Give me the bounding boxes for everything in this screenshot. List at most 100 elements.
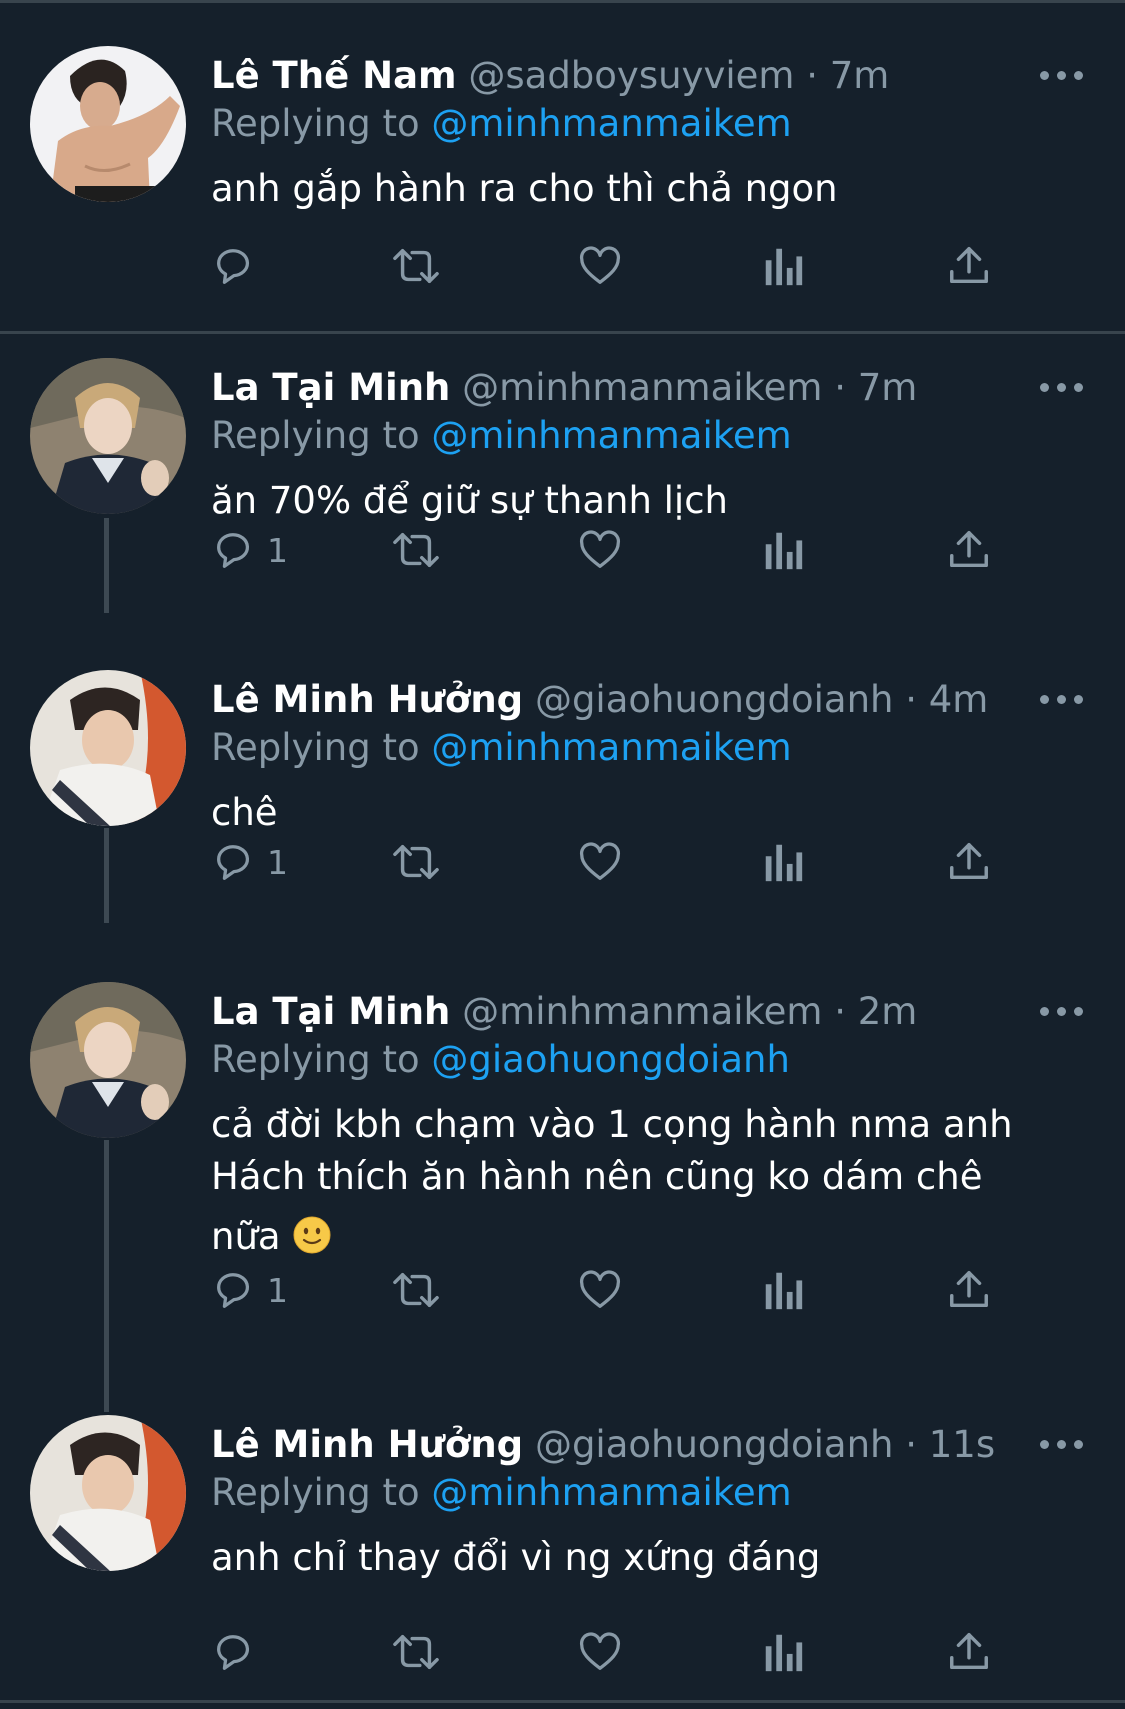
tweet-actions: 1 [211, 834, 1071, 890]
analytics-button[interactable] [763, 1624, 803, 1680]
mention-link[interactable]: @minhmanmaikem [431, 1471, 791, 1514]
mention-link[interactable]: @minhmanmaikem [431, 414, 791, 457]
retweet-icon [393, 248, 439, 284]
user-handle[interactable]: @minhmanmaikem [462, 366, 822, 409]
avatar[interactable] [30, 358, 186, 514]
replying-to: Replying to @minhmanmaikem [211, 94, 792, 154]
reply-count: 1 [267, 842, 288, 882]
retweet-button[interactable] [391, 238, 441, 294]
analytics-icon [765, 1634, 803, 1672]
heart-icon [579, 530, 621, 568]
tweet-actions: 1 [211, 1262, 1071, 1318]
avatar[interactable] [30, 982, 186, 1138]
tweet-text: cả đời kbh chạm vào 1 cọng hành nma anh … [211, 1099, 1071, 1263]
replying-to: Replying to @giaohuongdoianh [211, 1030, 790, 1090]
more-icon[interactable] [1040, 1438, 1084, 1452]
retweet-icon [393, 1272, 439, 1308]
reply-button[interactable]: 1 [211, 834, 288, 890]
analytics-button[interactable] [763, 1262, 803, 1318]
analytics-button[interactable] [763, 238, 803, 294]
analytics-button[interactable] [763, 522, 803, 578]
user-handle[interactable]: @giaohuongdoianh [535, 1423, 894, 1466]
timestamp[interactable]: 7m [858, 366, 918, 409]
mention-link[interactable]: @minhmanmaikem [431, 726, 791, 769]
share-button[interactable] [946, 834, 992, 890]
tweet-actions [211, 238, 1071, 294]
slightly-smiling-face-icon [293, 1216, 331, 1254]
separator-dot: · [834, 990, 846, 1033]
retweet-icon [393, 532, 439, 568]
retweet-button[interactable] [391, 522, 441, 578]
reply-icon [217, 845, 250, 880]
share-icon [950, 1633, 988, 1670]
share-button[interactable] [946, 238, 992, 294]
more-icon[interactable] [1040, 693, 1084, 707]
mention-link[interactable]: @minhmanmaikem [431, 102, 791, 145]
thread-connector [104, 828, 109, 923]
replying-to-label: Replying to [211, 414, 420, 457]
tweet-text: anh chỉ thay đổi vì ng xứng đáng [211, 1536, 821, 1579]
replying-to: Replying to @minhmanmaikem [211, 718, 792, 778]
retweet-button[interactable] [391, 1262, 441, 1318]
share-button[interactable] [946, 1624, 992, 1680]
analytics-icon [765, 844, 803, 882]
tweet-text-line-last: nữa [211, 1211, 1071, 1263]
mention-link[interactable]: @giaohuongdoianh [431, 1038, 790, 1081]
retweet-button[interactable] [391, 834, 441, 890]
avatar[interactable] [30, 46, 186, 202]
separator-dot: · [806, 54, 818, 97]
replying-to-label: Replying to [211, 726, 420, 769]
reply-button[interactable] [211, 1624, 267, 1680]
timestamp[interactable]: 2m [858, 990, 918, 1033]
like-button[interactable] [577, 1624, 623, 1680]
replying-to-label: Replying to [211, 1471, 420, 1514]
like-button[interactable] [577, 522, 623, 578]
share-button[interactable] [946, 522, 992, 578]
more-icon[interactable] [1040, 381, 1084, 395]
user-handle[interactable]: @giaohuongdoianh [535, 678, 894, 721]
display-name[interactable]: Lê Minh Hưởng [211, 1423, 523, 1466]
display-name[interactable]: La Tại Minh [211, 990, 450, 1033]
tweet-divider [0, 1700, 1125, 1703]
heart-icon [579, 842, 621, 880]
reply-button[interactable]: 1 [211, 522, 288, 578]
avatar[interactable] [30, 670, 186, 826]
like-button[interactable] [577, 834, 623, 890]
share-icon [950, 1271, 988, 1308]
avatar[interactable] [30, 1415, 186, 1571]
analytics-icon [765, 248, 803, 286]
reply-count: 1 [267, 530, 288, 570]
reply-button[interactable]: 1 [211, 1262, 288, 1318]
timestamp[interactable]: 11s [929, 1423, 995, 1466]
more-icon[interactable] [1040, 69, 1084, 83]
replying-to: Replying to @minhmanmaikem [211, 406, 792, 466]
timestamp[interactable]: 7m [830, 54, 890, 97]
display-name[interactable]: Lê Thế Nam [211, 54, 457, 97]
share-button[interactable] [946, 1262, 992, 1318]
timestamp[interactable]: 4m [929, 678, 989, 721]
analytics-button[interactable] [763, 834, 803, 890]
analytics-icon [765, 532, 803, 570]
reply-icon [217, 1635, 250, 1670]
like-button[interactable] [577, 1262, 623, 1318]
tweet-text: chê [211, 791, 278, 834]
like-button[interactable] [577, 238, 623, 294]
more-icon[interactable] [1040, 1005, 1084, 1019]
top-divider [0, 0, 1125, 3]
display-name[interactable]: La Tại Minh [211, 366, 450, 409]
replying-to-label: Replying to [211, 102, 420, 145]
share-icon [950, 531, 988, 568]
display-name[interactable]: Lê Minh Hưởng [211, 678, 523, 721]
tweet-text-line: nữa [211, 1215, 281, 1258]
user-handle[interactable]: @sadboysuyviem [468, 54, 794, 97]
reply-button[interactable] [211, 238, 267, 294]
user-handle[interactable]: @minhmanmaikem [462, 990, 822, 1033]
tweet-thread: Lê Thế Nam @sadboysuyviem · 7m Replying … [0, 0, 1125, 1709]
reply-icon [217, 533, 250, 568]
separator-dot: · [834, 366, 846, 409]
thread-connector [104, 1140, 109, 1412]
retweet-button[interactable] [391, 1624, 441, 1680]
replying-to: Replying to @minhmanmaikem [211, 1463, 792, 1523]
tweet-text: anh gắp hành ra cho thì chả ngon [211, 167, 838, 210]
replying-to-label: Replying to [211, 1038, 420, 1081]
